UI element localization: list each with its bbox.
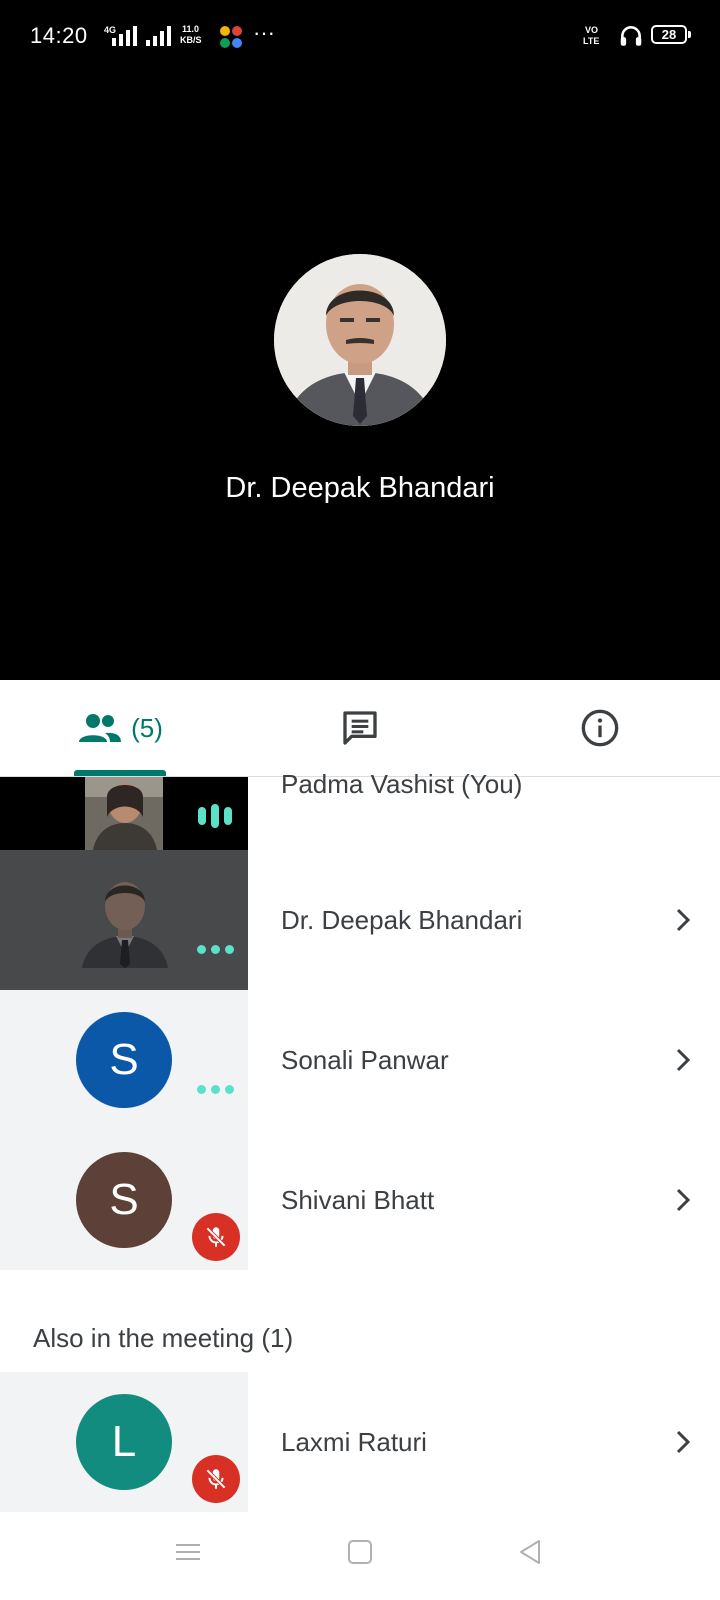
signal-icon-2: [146, 24, 171, 46]
signal-icon-1: [112, 24, 137, 46]
chevron-right-icon[interactable]: [668, 1185, 698, 1215]
participant-row[interactable]: L Laxmi Raturi: [0, 1372, 720, 1512]
battery-indicator: 28: [651, 25, 691, 44]
participant-row[interactable]: S Shivani Bhatt: [0, 1130, 720, 1270]
tab-people[interactable]: (5): [60, 680, 180, 776]
speaking-indicator-dots: [197, 945, 234, 954]
home-square-icon: [348, 1540, 372, 1564]
data-speed-unit: KB/S: [180, 35, 202, 45]
volte-label-bottom: LTE: [583, 36, 600, 46]
menu-icon: [176, 1544, 200, 1560]
participant-video-tile: L: [0, 1372, 248, 1512]
speaker-name: Dr. Deepak Bhandari: [225, 472, 495, 504]
mic-muted-icon: [192, 1213, 240, 1261]
system-navigation-bar: [0, 1512, 720, 1600]
more-notifications-icon: ···: [253, 20, 275, 45]
avatar: S: [76, 1152, 172, 1248]
participant-row[interactable]: Dr. Deepak Bhandari: [0, 850, 720, 990]
speaker-avatar: [274, 254, 446, 426]
active-tab-indicator: [74, 770, 166, 776]
mic-muted-icon: [192, 1455, 240, 1503]
chevron-right-icon[interactable]: [668, 905, 698, 935]
headphones-icon: [620, 26, 642, 46]
participant-name: Sonali Panwar: [281, 1045, 449, 1075]
data-speed-value: 11.0: [182, 24, 200, 34]
participant-name: Laxmi Raturi: [281, 1427, 427, 1457]
main-video-stage[interactable]: 14:20 4G 11.0 KB/S ··· VO LTE 28 Dr. Dee…: [0, 0, 720, 680]
speaking-indicator-bars: [198, 804, 232, 828]
participant-video-tile: S: [0, 1130, 248, 1270]
participant-name: Shivani Bhatt: [281, 1185, 435, 1215]
chevron-right-icon[interactable]: [668, 1427, 698, 1457]
participant-video-tile: S: [0, 990, 248, 1130]
self-video-tile: [0, 777, 248, 850]
avatar: L: [76, 1394, 172, 1490]
volte-label-top: VO: [585, 25, 599, 35]
chevron-right-icon[interactable]: [668, 1045, 698, 1075]
menu-nav-button[interactable]: [168, 1532, 208, 1572]
also-in-meeting-header: Also in the meeting (1): [33, 1323, 294, 1353]
participant-row[interactable]: S Sonali Panwar: [0, 990, 720, 1130]
participant-name: Dr. Deepak Bhandari: [281, 905, 523, 935]
tab-chat[interactable]: [320, 680, 400, 776]
back-triangle-icon: [520, 1540, 540, 1564]
chat-icon: [343, 711, 377, 745]
participant-photo: [82, 882, 168, 968]
home-nav-button[interactable]: [340, 1532, 380, 1572]
info-icon: [581, 709, 619, 747]
self-video-thumbnail: [85, 777, 163, 850]
participant-row-self[interactable]: Padma Vashist (You): [0, 771, 720, 850]
people-icon: [79, 714, 122, 742]
participant-count: (5): [131, 712, 163, 743]
status-time: 14:20: [30, 23, 88, 48]
speaking-indicator-dots: [197, 1085, 234, 1094]
avatar: S: [76, 1012, 172, 1108]
status-bar: 14:20 4G 11.0 KB/S ··· VO LTE 28: [0, 0, 720, 72]
back-nav-button[interactable]: [510, 1532, 550, 1572]
participant-name: Padma Vashist (You): [281, 769, 523, 799]
meeting-tab-bar: (5): [0, 680, 720, 777]
pinwheel-app-icon: [220, 26, 242, 48]
tab-info[interactable]: [560, 680, 640, 776]
participant-video-tile: [0, 850, 248, 990]
